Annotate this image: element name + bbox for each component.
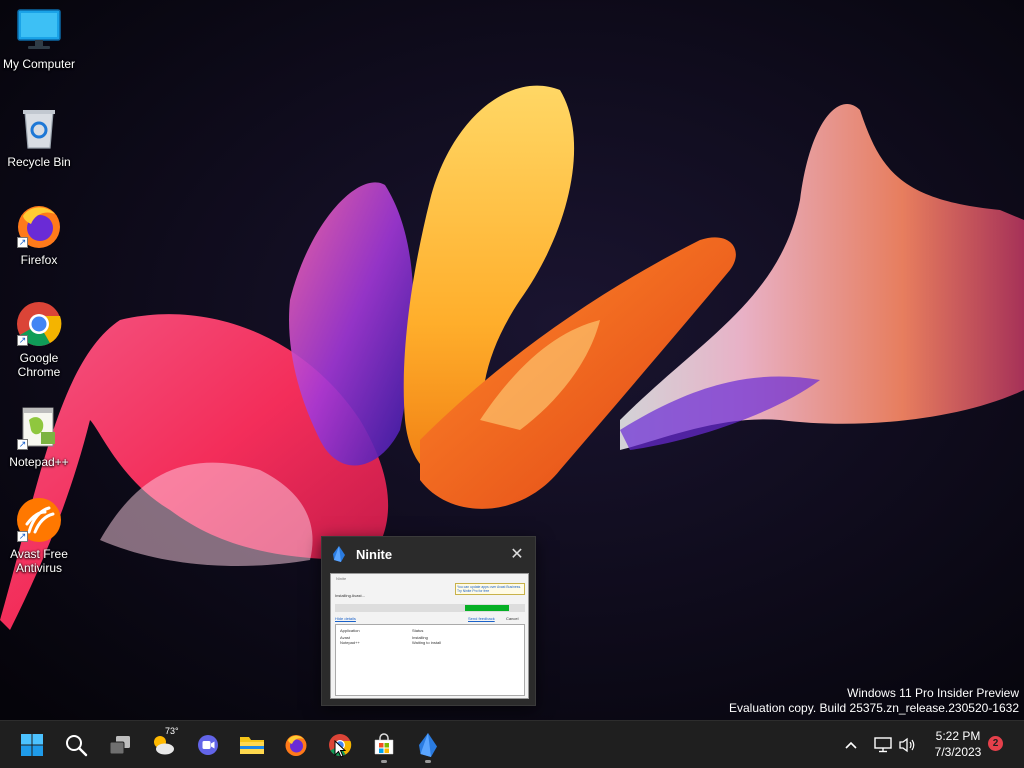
- preview-title: Ninite: [356, 546, 393, 562]
- clock-button[interactable]: 5:22 PM 7/3/2023: [926, 728, 990, 760]
- start-button[interactable]: [14, 727, 50, 763]
- avast-icon: ↗: [15, 496, 63, 544]
- thumb-progress-bar: [335, 604, 525, 612]
- search-button[interactable]: [58, 727, 94, 763]
- desktop-icon-label-line1: Avast Free: [10, 547, 68, 561]
- thumb-window-title: Ninite: [336, 576, 347, 581]
- thumb-progress-fill: [465, 605, 509, 611]
- clock-date: 7/3/2023: [934, 745, 982, 759]
- desktop-icon-label: My Computer: [2, 57, 76, 71]
- close-icon[interactable]: ✕: [509, 546, 525, 563]
- thumb-hide-details-link: Hide details: [335, 616, 356, 621]
- desktop-icon-avast-free-antivirus[interactable]: ↗ Avast Free Antivirus: [0, 490, 78, 575]
- speaker-icon: [899, 737, 915, 753]
- desktop-icon-notepad-plus-plus[interactable]: ↗ Notepad++: [0, 398, 78, 469]
- monitor-icon: [15, 6, 63, 54]
- ninite-logo-icon: [333, 546, 345, 562]
- ninite-taskbar-preview[interactable]: Ninite ✕ Ninite You can update apps over…: [321, 536, 536, 706]
- notepad-plus-plus-icon: ↗: [15, 404, 63, 452]
- chrome-icon: ↗: [15, 300, 63, 348]
- task-view-button[interactable]: [102, 727, 138, 763]
- volume-button[interactable]: [897, 735, 917, 755]
- microsoft-store-button[interactable]: [366, 727, 402, 763]
- firefox-taskbar-button[interactable]: [278, 727, 314, 763]
- chat-button[interactable]: [190, 727, 226, 763]
- weather-widget-button[interactable]: 73°: [146, 726, 182, 763]
- thumb-row-app: Notepad++: [340, 640, 360, 645]
- watermark-line2: Evaluation copy. Build 25375.zn_release.…: [729, 701, 1019, 715]
- firefox-icon: [285, 735, 307, 756]
- desktop-icon-label: Notepad++: [9, 455, 69, 469]
- windows-logo-icon: [21, 734, 43, 756]
- task-view-icon: [109, 736, 130, 755]
- mouse-cursor-icon: [334, 740, 346, 758]
- shortcut-arrow-icon: ↗: [17, 531, 28, 542]
- ninite-window-thumbnail[interactable]: Ninite You can update apps over Avast Bu…: [330, 573, 529, 699]
- thumb-status: Installing Avast...: [335, 593, 365, 598]
- weather-temperature: 73°: [165, 726, 179, 736]
- network-wired-icon: [874, 737, 892, 753]
- folder-icon: [240, 737, 264, 754]
- thumb-notice: You can update apps over Avast Business.…: [455, 583, 525, 595]
- thumb-col-status: Status: [412, 628, 424, 633]
- desktop-icon-my-computer[interactable]: My Computer: [0, 0, 78, 71]
- thumb-cancel: Cancel: [506, 616, 519, 621]
- ninite-logo-icon: [419, 733, 437, 757]
- store-icon: [374, 733, 394, 755]
- network-button[interactable]: [873, 735, 893, 755]
- desktop-icon-label: Recycle Bin: [7, 155, 71, 169]
- notification-count-badge[interactable]: 2: [988, 736, 1003, 751]
- clock-time: 5:22 PM: [935, 729, 981, 743]
- thumb-table-header: Application Status: [340, 628, 520, 633]
- running-indicator: [425, 760, 431, 763]
- desktop-icon-label: Firefox: [20, 253, 58, 267]
- desktop-icon-recycle-bin[interactable]: Recycle Bin: [0, 98, 78, 169]
- windows-evaluation-watermark: Windows 11 Pro Insider Preview Evaluatio…: [729, 686, 1019, 716]
- teams-chat-icon: [198, 735, 218, 755]
- desktop-icon-label-line1: Google: [19, 351, 59, 365]
- partly-cloudy-icon: [154, 736, 174, 755]
- search-icon: [66, 735, 88, 757]
- table-row: Notepad++ Waiting to install: [340, 640, 520, 645]
- shortcut-arrow-icon: ↗: [17, 439, 28, 450]
- desktop-icon-google-chrome[interactable]: ↗ Google Chrome: [0, 294, 78, 379]
- firefox-icon: ↗: [15, 202, 63, 250]
- running-indicator: [381, 760, 387, 763]
- recycle-bin-icon: [15, 104, 63, 152]
- thumb-feedback-link: Send feedback: [468, 616, 495, 621]
- preview-titlebar: Ninite ✕: [322, 537, 535, 571]
- thumb-col-application: Application: [340, 628, 360, 633]
- ninite-taskbar-button[interactable]: [410, 727, 446, 763]
- desktop-icon-firefox[interactable]: ↗ Firefox: [0, 196, 78, 267]
- shortcut-arrow-icon: ↗: [17, 335, 28, 346]
- shortcut-arrow-icon: ↗: [17, 237, 28, 248]
- thumb-app-table: Application Status Avast Installing Note…: [335, 624, 525, 696]
- show-hidden-icons-button[interactable]: [841, 735, 861, 755]
- chevron-up-icon: [845, 741, 857, 749]
- thumb-row-status: Waiting to install: [412, 640, 441, 645]
- desktop-icon-label-line2: Chrome: [17, 365, 61, 379]
- file-explorer-button[interactable]: [234, 727, 270, 763]
- taskbar: 73° 5:22 PM 7/3/2023: [0, 720, 1024, 768]
- desktop-icon-label-line2: Antivirus: [15, 561, 62, 575]
- watermark-line1: Windows 11 Pro Insider Preview: [847, 686, 1019, 700]
